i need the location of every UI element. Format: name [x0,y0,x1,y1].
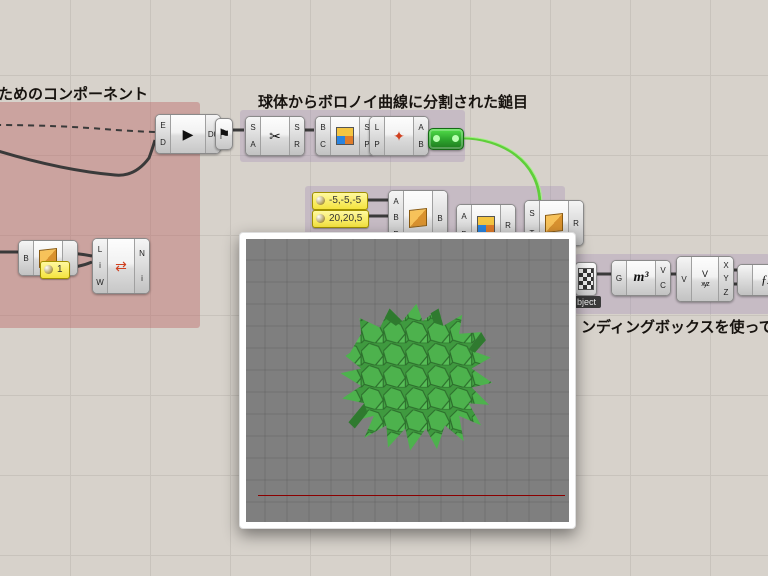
port-E: E [160,121,165,130]
relay-green[interactable] [428,128,464,150]
port-R: R [294,140,300,149]
comp-scissor[interactable]: SA SR [245,116,305,156]
port-C: C [320,140,326,149]
port-P2: P [374,140,379,149]
panel-one[interactable]: 1 [40,261,70,279]
comp-cubes[interactable]: BC SP [315,116,375,156]
comp-volume[interactable]: G m³ VC [611,260,671,296]
box-icon-3 [545,213,563,233]
port-L: L [375,123,379,132]
explode-icon [393,129,405,143]
cubes-icon [336,127,354,145]
comp-list[interactable]: L i W N i [92,238,150,294]
comp-explode[interactable]: LP AB [369,116,429,156]
port-A: A [250,140,255,149]
caption-object: bject [572,296,601,308]
p-S: S [529,209,534,218]
preview-window[interactable] [239,232,576,529]
ports-out: N i [134,239,149,293]
port-S: S [250,123,255,132]
p-B: B [393,213,398,222]
xyz-icon: Vxyz [701,270,709,288]
viewport-x-axis [258,495,565,496]
ports-in: L i W [93,239,108,293]
port-W: W [96,278,104,287]
group-label-left: ためのコンポーネント [0,83,148,104]
p-A: A [393,197,398,206]
p-R3: R [573,219,579,228]
swap-icon [115,259,127,273]
port-N: N [139,249,145,258]
port-Aout: A [418,123,423,132]
group-label-center: 球体からボロノイ曲線に分割された鎚目 [258,91,528,112]
panel-vec-pos[interactable]: 20,20,5 [312,210,369,228]
p-A2: A [461,212,466,221]
viewport[interactable] [246,239,569,522]
voronoi-mesh [339,299,497,457]
trigger-icon: ▶ [183,127,194,141]
p-C: C [660,281,666,290]
port-B: B [320,123,325,132]
p-V2: V [681,275,686,284]
port-L2: L [98,245,102,254]
p-X: X [723,261,728,270]
p-Z: Z [724,288,729,297]
volume-icon: m³ [633,270,648,286]
body: ▶ [171,115,205,153]
box-icon-2 [409,208,427,228]
checker-icon [578,268,594,289]
p-Y: Y [723,274,728,283]
group-label-right: ンディングボックスを使って位 [581,316,768,337]
scissor-icon [269,129,281,143]
panel-vec-neg[interactable]: -5,-5,-5 [312,192,368,210]
port-Sout: S [294,123,299,132]
comp-xyz[interactable]: V Vxyz XYZ [676,256,734,302]
expression-icon: ƒх [761,272,768,288]
p-V: V [660,266,665,275]
object-toggle[interactable] [575,262,597,296]
p-Bout: B [437,214,442,223]
p-G: G [616,274,622,283]
port-Bout: B [418,140,423,149]
port-D: D [160,138,166,147]
comp-expression[interactable]: ƒх V [737,264,768,296]
p-R2: R [505,221,511,230]
ports-in: E D [156,115,171,153]
port-Bl: B [23,254,28,263]
comp-last-record[interactable]: E D ▶ D0 Last & Record [155,114,221,154]
record-toggle[interactable]: ⚑ [215,118,233,150]
